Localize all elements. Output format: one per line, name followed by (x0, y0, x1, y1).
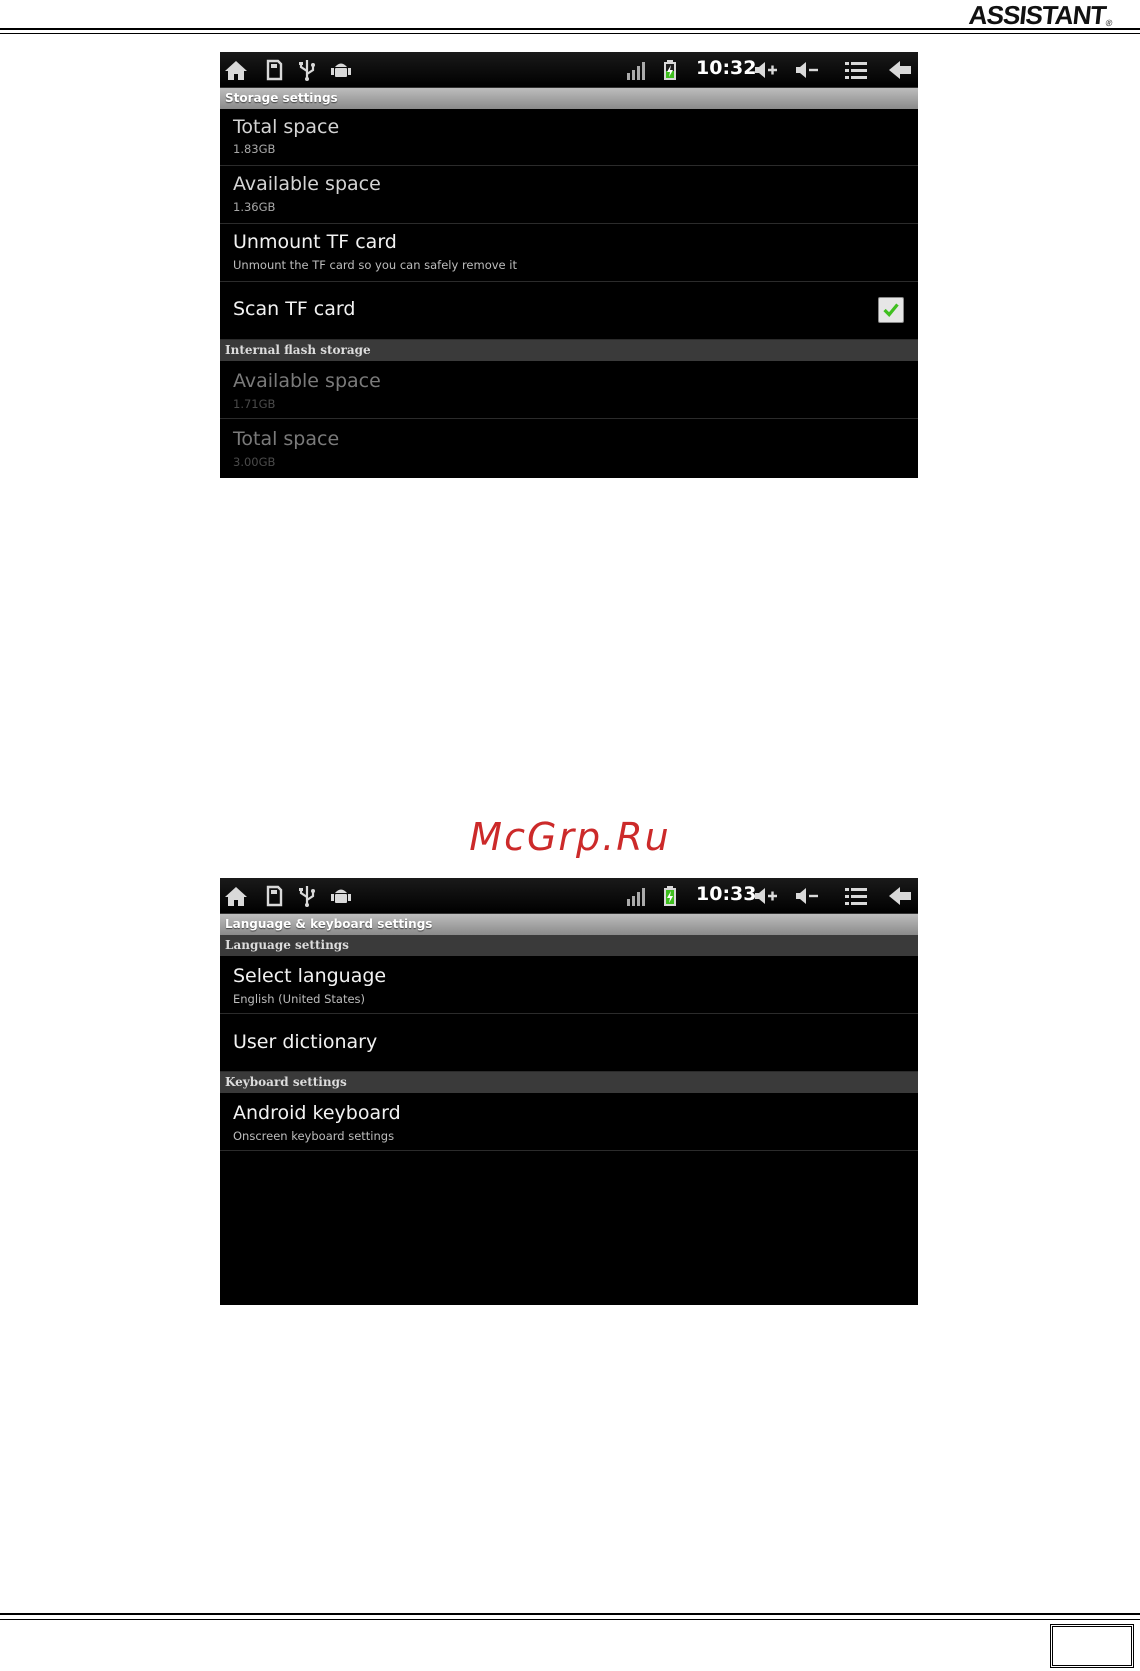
item-title: Total space (233, 428, 340, 450)
language-keyboard-settings-screen: 10:33 Language & keyboard settings Langu… (220, 878, 918, 1305)
footer-rule-thin (0, 1619, 1140, 1620)
menu-icon[interactable] (844, 885, 868, 907)
status-time: 10:33 (696, 883, 757, 905)
brand-text: ASSISTANT (967, 0, 1107, 30)
brand-logo: ASSISTANT® (967, 0, 1113, 31)
item-subtitle: English (United States) (233, 992, 366, 1006)
status-bar: 10:32 (220, 52, 918, 88)
sd-card-icon (262, 59, 286, 81)
list-item-select-language[interactable]: Select language English (United States) (220, 956, 918, 1014)
volume-down-icon[interactable] (795, 59, 819, 81)
screen-title: Storage settings (220, 88, 918, 109)
scan-tf-card-checkbox[interactable] (878, 297, 904, 323)
item-subtitle: 3.00GB (233, 455, 276, 469)
screen-title: Language & keyboard settings (220, 914, 918, 935)
battery-charging-icon (658, 59, 682, 81)
back-icon[interactable] (888, 59, 912, 81)
item-title: Android keyboard (233, 1102, 401, 1124)
item-title: Available space (233, 370, 381, 392)
section-header-language: Language settings (220, 935, 918, 956)
home-icon[interactable] (224, 885, 248, 907)
item-subtitle: 1.36GB (233, 200, 276, 214)
item-subtitle: 1.83GB (233, 142, 276, 156)
footer-rule (0, 1613, 1140, 1615)
list-item-internal-total-space: Total space 3.00GB (220, 419, 918, 477)
header-rule-thin (0, 33, 1140, 34)
usb-icon (295, 59, 319, 81)
usb-icon (295, 885, 319, 907)
list-item-android-keyboard[interactable]: Android keyboard Onscreen keyboard setti… (220, 1093, 918, 1151)
item-title: Scan TF card (233, 298, 356, 320)
list-item-scan-tf-card[interactable]: Scan TF card (220, 282, 918, 340)
item-subtitle: Onscreen keyboard settings (233, 1129, 395, 1143)
item-subtitle: 1.71GB (233, 397, 276, 411)
signal-icon (625, 59, 649, 81)
registered-mark: ® (1105, 18, 1112, 28)
volume-up-icon[interactable] (754, 59, 778, 81)
home-icon[interactable] (224, 59, 248, 81)
list-item-total-space: Total space 1.83GB (220, 109, 918, 166)
list-item-internal-available-space: Available space 1.71GB (220, 361, 918, 419)
android-debug-icon (329, 59, 353, 81)
status-time: 10:32 (696, 57, 757, 79)
header-rule (0, 28, 1140, 30)
battery-charging-icon (658, 885, 682, 907)
item-title: User dictionary (233, 1031, 378, 1053)
android-debug-icon (329, 885, 353, 907)
list-item-user-dictionary[interactable]: User dictionary (220, 1014, 918, 1072)
page-number-box (1050, 1624, 1134, 1668)
section-header-internal-flash: Internal flash storage (220, 340, 918, 361)
item-title: Select language (233, 965, 387, 987)
signal-icon (625, 885, 649, 907)
item-title: Unmount TF card (233, 231, 397, 253)
list-item-available-space: Available space 1.36GB (220, 166, 918, 224)
section-header-keyboard: Keyboard settings (220, 1072, 918, 1093)
volume-down-icon[interactable] (795, 885, 819, 907)
sd-card-icon (262, 885, 286, 907)
status-bar: 10:33 (220, 878, 918, 914)
item-title: Available space (233, 173, 381, 195)
storage-settings-screen: 10:32 Storage settings Total space 1.83G… (220, 52, 918, 478)
watermark-text: McGrp.Ru (469, 815, 671, 859)
menu-icon[interactable] (844, 59, 868, 81)
back-icon[interactable] (888, 885, 912, 907)
list-item-unmount-tf-card[interactable]: Unmount TF card Unmount the TF card so y… (220, 224, 918, 282)
item-title: Total space (233, 116, 340, 138)
item-subtitle: Unmount the TF card so you can safely re… (233, 258, 517, 272)
volume-up-icon[interactable] (754, 885, 778, 907)
